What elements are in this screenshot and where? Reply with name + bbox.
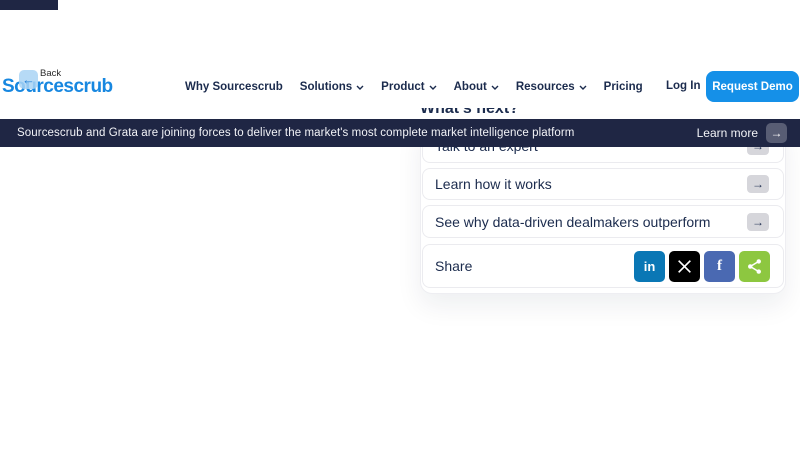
- share-linkedin-button[interactable]: in: [634, 251, 665, 282]
- main-nav: Why Sourcescrub Solutions Product About …: [185, 79, 643, 95]
- learn-more-label: Learn more: [697, 126, 758, 140]
- back-button[interactable]: ← Back: [19, 70, 61, 89]
- arrow-left-icon: ←: [19, 70, 38, 89]
- nav-label: Product: [381, 81, 424, 93]
- nav-label: Pricing: [604, 81, 643, 93]
- share-row: Share in f: [422, 244, 784, 288]
- linkedin-icon: in: [644, 259, 656, 274]
- chevron-down-icon: [356, 85, 364, 90]
- arrow-right-icon: →: [766, 123, 787, 143]
- facebook-icon: f: [717, 258, 722, 275]
- top-left-banner-fragment: [0, 0, 58, 10]
- next-step-item-dealmakers-outperform[interactable]: See why data-driven dealmakers outperfor…: [422, 205, 784, 238]
- nav-label: Why Sourcescrub: [185, 81, 283, 93]
- x-icon: [677, 259, 692, 274]
- nav-item-resources[interactable]: Resources: [516, 81, 587, 93]
- share-generic-button[interactable]: [739, 251, 770, 282]
- back-label: Back: [40, 68, 61, 79]
- arrow-right-button[interactable]: →: [747, 213, 769, 231]
- login-link[interactable]: Log In: [666, 80, 701, 92]
- nav-item-why-sourcescrub[interactable]: Why Sourcescrub: [185, 81, 283, 93]
- nav-item-solutions[interactable]: Solutions: [300, 81, 364, 93]
- share-label: Share: [423, 258, 634, 274]
- nav-item-pricing[interactable]: Pricing: [604, 81, 643, 93]
- nav-label: About: [454, 81, 487, 93]
- arrow-right-button[interactable]: →: [747, 175, 769, 193]
- next-step-label: See why data-driven dealmakers outperfor…: [423, 214, 747, 230]
- nav-item-about[interactable]: About: [454, 81, 499, 93]
- chevron-down-icon: [579, 85, 587, 90]
- nav-label: Resources: [516, 81, 575, 93]
- chevron-down-icon: [429, 85, 437, 90]
- chevron-down-icon: [491, 85, 499, 90]
- share-buttons: in f: [634, 251, 783, 282]
- share-facebook-button[interactable]: f: [704, 251, 735, 282]
- next-step-label: Learn how it works: [423, 176, 747, 192]
- announcement-banner: Sourcescrub and Grata are joining forces…: [0, 119, 800, 147]
- next-step-item-learn-how-it-works[interactable]: Learn how it works →: [422, 168, 784, 200]
- learn-more-button[interactable]: Learn more →: [697, 123, 787, 143]
- request-demo-button[interactable]: Request Demo: [706, 71, 799, 102]
- nav-label: Solutions: [300, 81, 352, 93]
- nav-item-product[interactable]: Product: [381, 81, 436, 93]
- share-x-button[interactable]: [669, 251, 700, 282]
- announcement-message: Sourcescrub and Grata are joining forces…: [17, 127, 697, 139]
- share-nodes-icon: [746, 258, 763, 275]
